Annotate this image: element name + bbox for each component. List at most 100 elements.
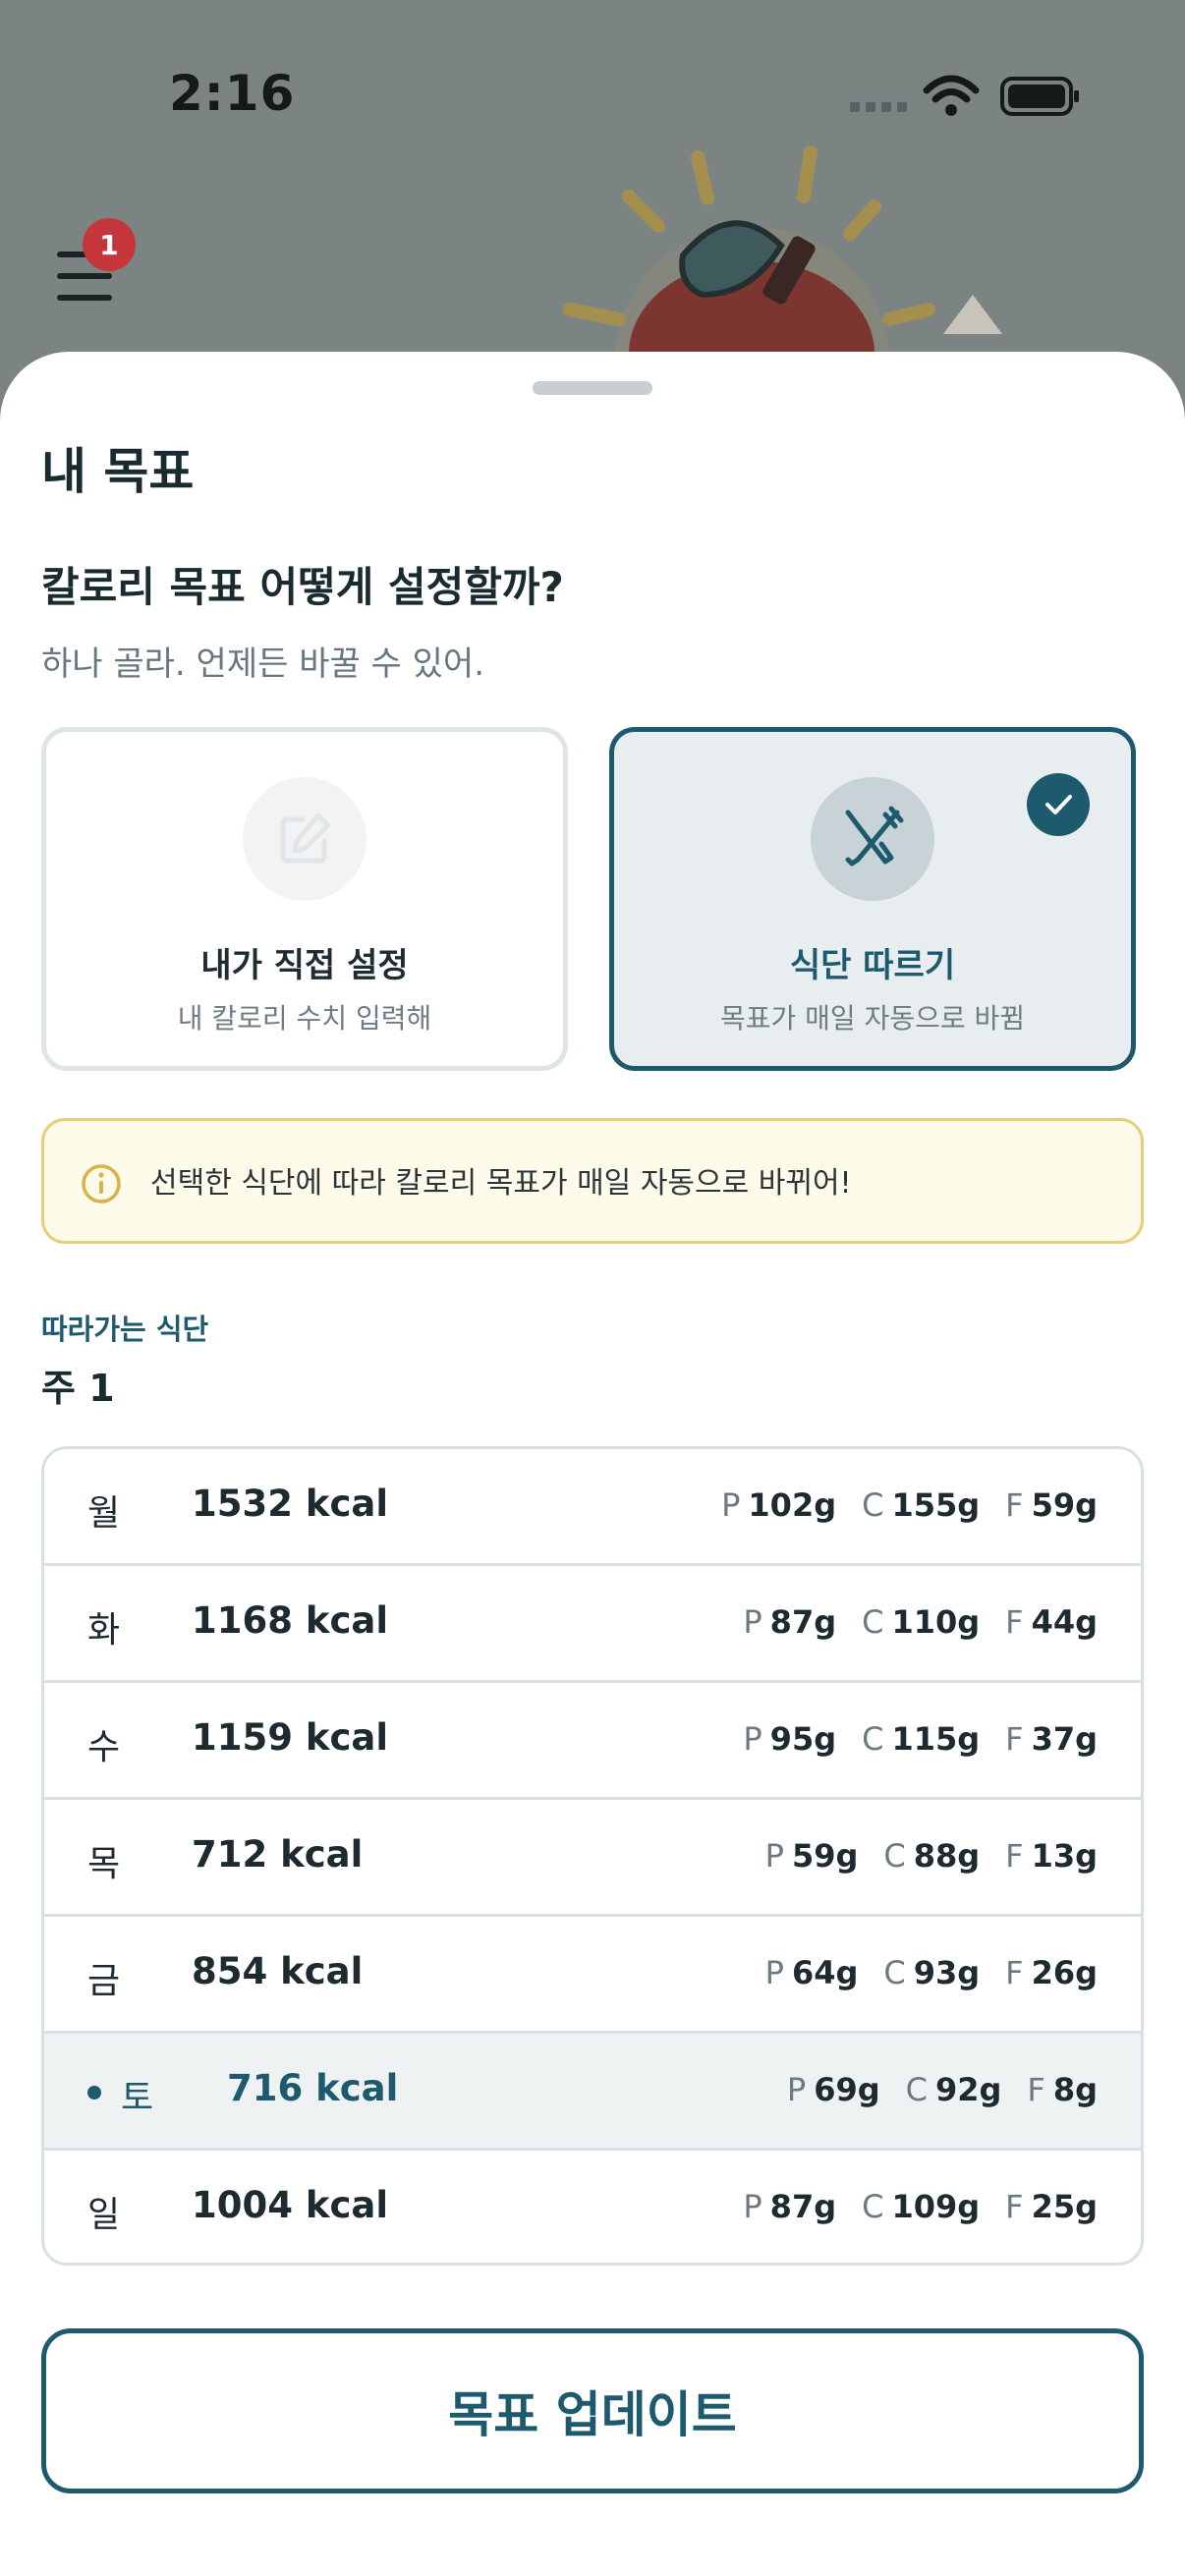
notification-badge: 1 — [83, 218, 136, 271]
macro-value: 110g — [891, 1603, 981, 1641]
weekly-plan-table: 월 1532 kcal P 102g C 155g F 59g 화 1168 kcal P 87g C 1… — [41, 1446, 1144, 2266]
macro-p: P 87g — [743, 1603, 836, 1641]
status-time: 2:16 — [169, 65, 296, 122]
background-app: 2:16 1 — [0, 0, 1185, 413]
macro-key: P — [764, 1954, 784, 1991]
plan-day: 수 — [87, 1727, 121, 1767]
info-notice: 선택한 식단에 따라 칼로리 목표가 매일 자동으로 바뀌어! — [41, 1118, 1144, 1244]
plan-day: 금 — [87, 1961, 121, 2001]
macro-p: P 102g — [721, 1486, 836, 1524]
status-icons — [850, 75, 1079, 116]
utensils-icon-circle — [811, 777, 934, 901]
macro-p: P 69g — [787, 2071, 880, 2108]
plan-day: 토 — [121, 2078, 154, 2118]
option-manual-card[interactable]: 내가 직접 설정 내 칼로리 수치 입력해 — [41, 727, 568, 1071]
macro-value: 8g — [1052, 2071, 1098, 2108]
macro-key: F — [1005, 1603, 1024, 1641]
plan-macros: P 102g C 155g F 59g — [721, 1486, 1098, 1524]
plan-kcal: 1532 kcal — [192, 1483, 389, 1525]
selected-check-icon — [1027, 773, 1090, 836]
macro-c: C 109g — [862, 2188, 980, 2225]
macro-value: 25g — [1031, 2188, 1098, 2225]
macro-value: 109g — [891, 2188, 981, 2225]
plan-day: 화 — [87, 1610, 121, 1651]
macro-value: 64g — [791, 1954, 859, 1991]
sheet-grabber[interactable] — [533, 381, 652, 395]
macro-key: P — [743, 1720, 762, 1758]
macro-f: F 25g — [1005, 2188, 1098, 2225]
macro-value: 26g — [1031, 1954, 1098, 1991]
goal-bottom-sheet: 내 목표 칼로리 목표 어떻게 설정할까? 하나 골라. 언제든 바꿀 수 있어… — [0, 352, 1185, 2576]
plan-kcal: 716 kcal — [227, 2067, 399, 2109]
macro-key: F — [1005, 1954, 1024, 1991]
macro-key: C — [883, 1837, 906, 1875]
update-goal-button[interactable]: 목표 업데이트 — [41, 2328, 1144, 2493]
macro-key: C — [862, 1603, 884, 1641]
plan-row: 화 1168 kcal P 87g C 110g F 44g — [44, 1566, 1141, 1683]
macro-value: 88g — [913, 1837, 981, 1875]
edit-icon-circle — [243, 777, 367, 901]
macro-value: 95g — [769, 1720, 837, 1758]
macro-f: F 13g — [1005, 1837, 1098, 1875]
macro-value: 115g — [891, 1720, 981, 1758]
plan-kcal: 712 kcal — [192, 1833, 364, 1876]
macro-value: 59g — [791, 1837, 859, 1875]
option-diet-card[interactable]: 식단 따르기 목표가 매일 자동으로 바뀜 — [609, 727, 1136, 1071]
macro-f: F 44g — [1005, 1603, 1098, 1641]
macro-value: 102g — [748, 1486, 837, 1524]
macro-key: C — [905, 2071, 928, 2108]
plan-row: 수 1159 kcal P 95g C 115g F 37g — [44, 1683, 1141, 1800]
cellular-signal-icon — [850, 102, 907, 112]
macro-p: P 87g — [743, 2188, 836, 2225]
macro-key: C — [883, 1954, 906, 1991]
macro-value: 87g — [769, 1603, 837, 1641]
macro-f: F 59g — [1005, 1486, 1098, 1524]
plan-row: 일 1004 kcal P 87g C 109g F 25g — [44, 2151, 1141, 2263]
plan-kcal: 854 kcal — [192, 1950, 364, 1992]
info-notice-text: 선택한 식단에 따라 칼로리 목표가 매일 자동으로 바뀌어! — [150, 1166, 852, 1201]
plan-kcal: 1168 kcal — [192, 1599, 389, 1642]
macro-p: P 95g — [743, 1720, 836, 1758]
macro-key: F — [1027, 2071, 1045, 2108]
plan-day: 목 — [87, 1844, 121, 1884]
macro-c: C 88g — [883, 1837, 980, 1875]
plan-macros: P 95g C 115g F 37g — [743, 1720, 1098, 1758]
macro-key: F — [1005, 1720, 1024, 1758]
battery-icon — [1000, 77, 1079, 116]
macro-value: 69g — [814, 2071, 880, 2108]
macro-c: C 93g — [883, 1954, 980, 1991]
macro-value: 92g — [934, 2071, 1002, 2108]
macro-key: C — [862, 2188, 884, 2225]
plan-week-label: 주 1 — [41, 1367, 115, 1410]
plan-row: 월 1532 kcal P 102g C 155g F 59g — [44, 1449, 1141, 1566]
option-diet-title: 식단 따르기 — [789, 946, 956, 985]
macro-c: C 155g — [862, 1486, 980, 1524]
macro-key: F — [1005, 1837, 1024, 1875]
macro-value: 93g — [913, 1954, 981, 1991]
plan-macros: P 69g C 92g F 8g — [787, 2071, 1098, 2108]
macro-key: P — [743, 1603, 762, 1641]
macro-p: P 64g — [765, 1954, 859, 1991]
macro-key: F — [1005, 1486, 1024, 1524]
plan-macros: P 64g C 93g F 26g — [765, 1954, 1098, 1991]
macro-key: C — [862, 1720, 884, 1758]
plan-kcal: 1004 kcal — [192, 2184, 389, 2226]
plan-macros: P 59g C 88g F 13g — [765, 1837, 1098, 1875]
utensils-icon — [845, 806, 904, 867]
today-indicator-dot — [87, 2086, 101, 2100]
info-icon — [82, 1164, 121, 1204]
plan-kcal: 1159 kcal — [192, 1716, 389, 1759]
macro-key: P — [786, 2071, 807, 2108]
macro-key: P — [721, 1486, 741, 1524]
macro-f: F 26g — [1005, 1954, 1098, 1991]
macro-key: P — [743, 2188, 762, 2225]
following-plan-label: 따라가는 식단 — [41, 1313, 209, 1346]
calorie-goal-question: 칼로리 목표 어떻게 설정할까? — [41, 563, 564, 611]
macro-key: F — [1005, 2188, 1024, 2225]
wifi-icon — [923, 75, 980, 103]
macro-value: 13g — [1031, 1837, 1098, 1875]
macro-value: 155g — [891, 1486, 981, 1524]
plan-row: 금 854 kcal P 64g C 93g F 26g — [44, 1917, 1141, 2034]
plan-macros: P 87g C 110g F 44g — [743, 1603, 1098, 1641]
macro-c: C 115g — [862, 1720, 980, 1758]
